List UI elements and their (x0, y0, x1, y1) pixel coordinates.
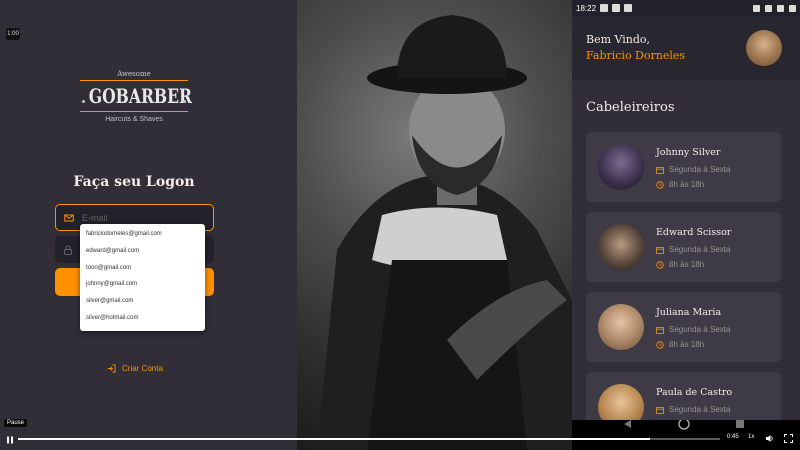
barber-avatar (598, 304, 644, 350)
logo-sub-text: Haircuts & Shaves (105, 116, 163, 123)
barber-days-label: Segunda à Sexta (669, 245, 731, 254)
calendar-icon (656, 406, 664, 414)
phone-screen: 18:22 Bem Vindo, Fabricio Dorneles Cabel… (572, 0, 800, 450)
mail-icon (64, 214, 74, 221)
section-title: Cabeleireiros (586, 100, 675, 115)
barber-hours: 8h às 18h (656, 340, 704, 349)
recents-icon (736, 420, 744, 428)
barber-name: Johnny Silver (656, 147, 721, 158)
fullscreen-icon[interactable] (784, 434, 793, 443)
login-panel: 1:00 Awesome GOBARBER Haircuts & Shaves … (0, 0, 297, 450)
gobarber-logo: Awesome GOBARBER Haircuts & Shaves (76, 70, 192, 140)
video-progress-fill (18, 438, 650, 440)
barber-name: Edward Scissor (656, 227, 732, 238)
calendar-icon (656, 326, 664, 334)
video-controls (0, 430, 800, 450)
email-placeholder: E-mail (82, 212, 108, 223)
barber-name: Juliana Maria (656, 307, 722, 318)
barber-hours-label: 8h às 18h (669, 340, 705, 349)
autocomplete-option[interactable]: edward@gmail.com (80, 246, 205, 263)
welcome-text: Bem Vindo, Fabricio Dorneles (586, 32, 685, 64)
video-current-time: 0:45 (727, 434, 739, 440)
back-icon (624, 420, 631, 428)
status-time: 18:22 (576, 3, 597, 13)
clock-icon (656, 180, 664, 189)
clock-icon (656, 260, 664, 269)
barber-days-label: Segunda à Sexta (669, 325, 731, 334)
autocomplete-option[interactable]: toon@gmail.com (80, 263, 205, 280)
log-in-icon (107, 364, 116, 373)
barber-hours-label: 8h às 18h (669, 180, 705, 189)
logo-line-top (80, 80, 188, 81)
barber-days-label: Segunda à Sexta (669, 405, 731, 414)
lock-icon (64, 245, 72, 255)
cast-icon (753, 4, 760, 12)
autocomplete-option[interactable]: fabriciodorneles@gmail.com (80, 229, 205, 246)
signal-icon (777, 4, 784, 12)
barber-days: Segunda à Sexta (656, 165, 730, 174)
barber-card[interactable]: Juliana Maria Segunda à Sexta 8h às 18h (586, 292, 781, 362)
email-autocomplete-dropdown: fabriciodorneles@gmail.com edward@gmail.… (80, 224, 205, 331)
video-time-badge: 1:00 (6, 28, 20, 40)
notification-icon (612, 4, 621, 12)
page-title: Faça seu Logon (73, 174, 195, 190)
notification-icon (600, 4, 609, 12)
playback-speed-button[interactable]: 1x (748, 434, 754, 440)
calendar-icon (656, 246, 664, 254)
dashboard-header: Bem Vindo, Fabricio Dorneles (572, 16, 800, 80)
pause-tooltip: Pause (4, 419, 28, 427)
barber-hours: 8h às 18h (656, 260, 704, 269)
video-progress-bar[interactable] (18, 438, 720, 440)
barber-name: Paula de Castro (656, 387, 733, 398)
barber-avatar (598, 144, 644, 190)
barber-hours-label: 8h às 18h (669, 260, 705, 269)
user-name: Fabricio Dorneles (586, 49, 686, 62)
logo-dot-right (183, 100, 186, 103)
calendar-icon (656, 166, 664, 174)
avatar[interactable] (746, 30, 782, 66)
welcome-label: Bem Vindo, (586, 33, 651, 46)
barber-days-label: Segunda à Sexta (669, 165, 731, 174)
barber-photo (297, 0, 572, 450)
logo-top-text: Awesome (117, 70, 151, 78)
autocomplete-option[interactable]: johnny@gmail.com (80, 279, 205, 296)
barber-card[interactable]: Edward Scissor Segunda à Sexta 8h às 18h (586, 212, 781, 282)
home-icon (678, 418, 690, 430)
logo-name: GOBARBER (88, 84, 192, 108)
battery-icon (789, 4, 796, 12)
autocomplete-option[interactable]: silver@hotmail.com (80, 313, 205, 330)
clock-icon (656, 340, 664, 349)
barber-avatar (598, 224, 644, 270)
logo-dot-left (82, 100, 85, 103)
autocomplete-option[interactable]: silver@gmail.com (80, 296, 205, 313)
status-bar: 18:22 (572, 0, 800, 16)
create-account-link[interactable]: Criar Conta (107, 364, 163, 373)
barber-days: Segunda à Sexta (656, 325, 730, 334)
barber-days: Segunda à Sexta (656, 245, 730, 254)
volume-icon[interactable] (765, 434, 774, 443)
barber-hours: 8h às 18h (656, 180, 704, 189)
barber-illustration (317, 15, 572, 450)
notification-icon (624, 4, 633, 12)
barber-card[interactable]: Johnny Silver Segunda à Sexta 8h às 18h (586, 132, 781, 202)
logo-line-bottom (80, 111, 188, 112)
wifi-icon (765, 4, 772, 12)
barber-days: Segunda à Sexta (656, 405, 730, 414)
create-account-label: Criar Conta (122, 364, 163, 373)
